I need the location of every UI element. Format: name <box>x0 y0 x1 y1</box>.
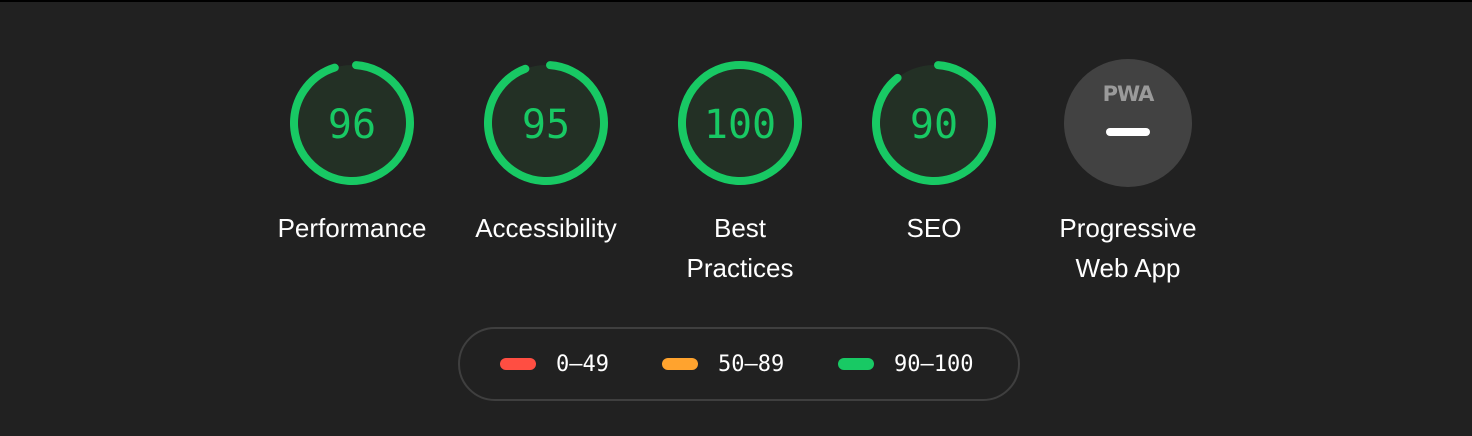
legend-swatch <box>662 358 698 370</box>
gauge-label: Progressive Web App <box>1059 213 1197 283</box>
gauge-seo[interactable]: 90 SEO <box>844 58 1024 248</box>
gauge-score: 100 <box>704 102 776 148</box>
pwa-dash-icon <box>1106 128 1150 136</box>
gauge-best-practices[interactable]: 100 Best Practices <box>650 58 830 288</box>
legend-item-average: 50–89 <box>662 329 784 399</box>
score-scale-legend: 0–49 50–89 90–100 <box>458 327 1020 401</box>
gauge-label: Performance <box>277 213 427 243</box>
pwa-badge: PWA <box>1064 59 1192 187</box>
gauge-accessibility[interactable]: 95 Accessibility <box>456 58 636 248</box>
gauge-score: 90 <box>910 102 958 148</box>
legend-range: 90–100 <box>894 351 974 377</box>
legend-swatch <box>500 358 536 370</box>
legend-range: 50–89 <box>718 351 785 377</box>
gauge-label: SEO <box>906 213 962 243</box>
gauge-label: Accessibility <box>475 213 617 243</box>
gauge-label: Best Practices <box>686 213 794 283</box>
gauge-ring: 96 <box>290 61 414 185</box>
gauge-ring: 95 <box>484 61 608 185</box>
pwa-logo-icon: PWA <box>1102 82 1155 106</box>
score-gauges: 96 Performance 95 Accessibility 100 Best… <box>0 58 1472 298</box>
gauge-score: 95 <box>522 102 570 148</box>
gauge-ring: 100 <box>678 61 802 185</box>
gauge-performance[interactable]: 96 Performance <box>262 58 442 248</box>
gauge-ring: 90 <box>872 61 996 185</box>
legend-item-pass: 90–100 <box>838 329 973 399</box>
gauge-score: 96 <box>328 102 376 148</box>
gauge-pwa[interactable]: PWA Progressive Web App <box>1038 58 1218 288</box>
legend-item-fail: 0–49 <box>500 329 609 399</box>
legend-range: 0–49 <box>556 351 609 377</box>
legend-swatch <box>838 358 874 370</box>
